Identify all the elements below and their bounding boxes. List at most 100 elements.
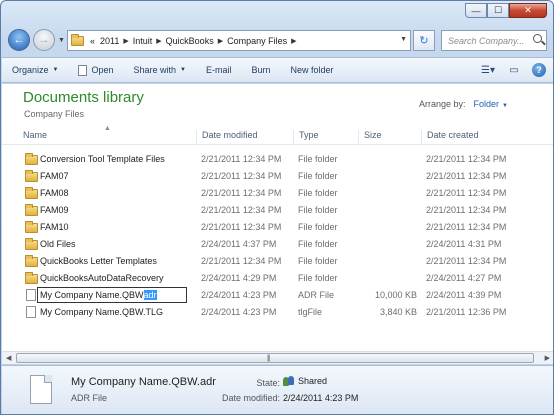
command-bar: Organize ▼ Open Share with ▼ E-mail Burn…: [2, 57, 553, 83]
row-type: File folder: [298, 239, 338, 249]
maximize-button[interactable]: ☐: [487, 3, 509, 18]
breadcrumb-item[interactable]: Company Files: [227, 36, 287, 46]
details-state-text: Shared: [298, 376, 328, 386]
row-name: FAM10: [40, 222, 69, 232]
row-date-modified: 2/21/2011 12:34 PM: [201, 188, 282, 198]
row-date-modified: 2/21/2011 12:34 PM: [201, 205, 282, 215]
row-date-modified: 2/24/2011 4:29 PM: [201, 273, 277, 283]
shared-users-icon: [283, 376, 295, 386]
table-row[interactable]: FAM10 2/21/2011 12:34 PM File folder 2/2…: [2, 219, 553, 236]
row-date-modified: 2/21/2011 12:34 PM: [201, 222, 282, 232]
back-button[interactable]: ←: [8, 29, 30, 51]
details-state-label: State:: [256, 378, 280, 388]
rename-input[interactable]: My Company Name.QBW adr: [37, 287, 187, 303]
open-button[interactable]: Open: [68, 64, 123, 76]
scroll-left-icon[interactable]: ◀: [6, 354, 11, 362]
column-header-name[interactable]: Name: [18, 130, 200, 144]
row-date-created: 2/21/2011 12:34 PM: [426, 222, 507, 232]
row-date-modified: 2/24/2011 4:23 PM: [201, 290, 277, 300]
column-headers: ▲ Name Date modified Type Size Date crea…: [2, 125, 553, 145]
breadcrumb-separator-icon[interactable]: ▶: [156, 37, 161, 45]
breadcrumb-separator-icon[interactable]: ▶: [123, 37, 128, 45]
help-icon[interactable]: ?: [532, 63, 546, 77]
email-button[interactable]: E-mail: [196, 65, 242, 75]
breadcrumb-overflow[interactable]: «: [90, 36, 95, 46]
search-input[interactable]: Search Company...: [441, 30, 547, 51]
toolbar-right: ☰▾ ▭ ?: [480, 62, 546, 78]
file-large-icon: [30, 375, 52, 404]
burn-button[interactable]: Burn: [242, 65, 281, 75]
row-date-created: 2/21/2011 12:36 PM: [426, 307, 507, 317]
rename-text: My Company Name.QBW: [40, 290, 144, 300]
row-name: QuickBooks Letter Templates: [40, 256, 157, 266]
column-header-type[interactable]: Type: [293, 130, 358, 144]
row-type: File folder: [298, 154, 338, 164]
row-date-created: 2/24/2011 4:39 PM: [426, 290, 502, 300]
table-row[interactable]: Old Files 2/24/2011 4:37 PM File folder …: [2, 236, 553, 253]
file-rows: Conversion Tool Template Files 2/21/2011…: [2, 151, 553, 321]
new-folder-label: New folder: [290, 65, 334, 75]
back-arrow-icon: ←: [13, 34, 25, 46]
recent-pages-dropdown-icon[interactable]: ▼: [58, 37, 65, 44]
organize-button[interactable]: Organize ▼: [2, 65, 68, 75]
breadcrumb: « 2011 ▶ Intuit ▶ QuickBooks ▶ Company F…: [90, 36, 301, 46]
details-pane: My Company Name.QBW.adr ADR File State: …: [2, 365, 553, 414]
close-button[interactable]: ✕: [509, 3, 547, 18]
arrange-by-dropdown[interactable]: Folder ▼: [474, 99, 508, 109]
share-with-label: Share with: [133, 65, 177, 75]
scroll-right-icon[interactable]: ▶: [545, 354, 550, 362]
table-row-renaming[interactable]: My Company Name.QBW adr 2/24/2011 4:23 PM…: [2, 287, 553, 304]
row-name: FAM07: [40, 171, 69, 181]
open-label: Open: [91, 65, 114, 75]
email-label: E-mail: [206, 65, 232, 75]
preview-pane-icon[interactable]: ▭: [506, 62, 522, 78]
folder-icon: [25, 153, 38, 165]
row-type: File folder: [298, 222, 338, 232]
row-date-created: 2/21/2011 12:34 PM: [426, 188, 507, 198]
table-row[interactable]: QuickBooksAutoDataRecovery 2/24/2011 4:2…: [2, 270, 553, 287]
rename-selected-extension: adr: [143, 290, 157, 300]
row-type: File folder: [298, 188, 338, 198]
chevron-down-icon: ▼: [502, 103, 508, 109]
refresh-button[interactable]: ↻: [413, 30, 435, 51]
breadcrumb-separator-icon[interactable]: ▶: [291, 37, 296, 45]
breadcrumb-item[interactable]: Intuit: [133, 36, 153, 46]
address-dropdown-icon[interactable]: ▼: [400, 36, 407, 43]
row-name: FAM08: [40, 188, 69, 198]
folder-icon: [25, 272, 38, 284]
row-date-created: 2/21/2011 12:34 PM: [426, 171, 507, 181]
row-date-modified: 2/24/2011 4:23 PM: [201, 307, 277, 317]
breadcrumb-separator-icon[interactable]: ▶: [218, 37, 223, 45]
column-header-date-created[interactable]: Date created: [421, 130, 553, 144]
details-file-name: My Company Name.QBW.adr: [71, 376, 216, 388]
breadcrumb-item[interactable]: 2011: [100, 36, 119, 46]
column-header-date-modified[interactable]: Date modified: [196, 130, 294, 144]
row-size: 3,840 KB: [379, 307, 417, 317]
table-row[interactable]: FAM07 2/21/2011 12:34 PM File folder 2/2…: [2, 168, 553, 185]
forward-button[interactable]: →: [33, 29, 55, 51]
table-row[interactable]: My Company Name.QBW.TLG 2/24/2011 4:23 P…: [2, 304, 553, 321]
table-row[interactable]: QuickBooks Letter Templates 2/21/2011 12…: [2, 253, 553, 270]
search-icon: [533, 34, 542, 43]
address-bar[interactable]: « 2011 ▶ Intuit ▶ QuickBooks ▶ Company F…: [67, 30, 411, 51]
row-type: File folder: [298, 273, 338, 283]
new-folder-button[interactable]: New folder: [281, 65, 344, 75]
row-name: QuickBooksAutoDataRecovery: [40, 273, 164, 283]
scrollbar-thumb[interactable]: |||: [16, 353, 534, 363]
explorer-window: — ☐ ✕ ← → ▼ « 2011 ▶ Intuit ▶ QuickBooks…: [0, 0, 554, 415]
address-row: ← → ▼ « 2011 ▶ Intuit ▶ QuickBooks ▶ Com…: [1, 25, 553, 55]
row-date-modified: 2/21/2011 12:34 PM: [201, 256, 282, 266]
breadcrumb-item[interactable]: QuickBooks: [166, 36, 214, 46]
minimize-button[interactable]: —: [465, 3, 487, 18]
table-row[interactable]: Conversion Tool Template Files 2/21/2011…: [2, 151, 553, 168]
row-date-modified: 2/24/2011 4:37 PM: [201, 239, 277, 249]
row-type: File folder: [298, 256, 338, 266]
share-with-button[interactable]: Share with ▼: [124, 65, 196, 75]
horizontal-scrollbar[interactable]: ◀ ||| ▶: [2, 351, 553, 364]
document-icon: [78, 64, 88, 76]
table-row[interactable]: FAM08 2/21/2011 12:34 PM File folder 2/2…: [2, 185, 553, 202]
view-options-icon[interactable]: ☰▾: [480, 62, 496, 78]
column-header-size[interactable]: Size: [358, 130, 421, 144]
table-row[interactable]: FAM09 2/21/2011 12:34 PM File folder 2/2…: [2, 202, 553, 219]
row-name: FAM09: [40, 205, 69, 215]
